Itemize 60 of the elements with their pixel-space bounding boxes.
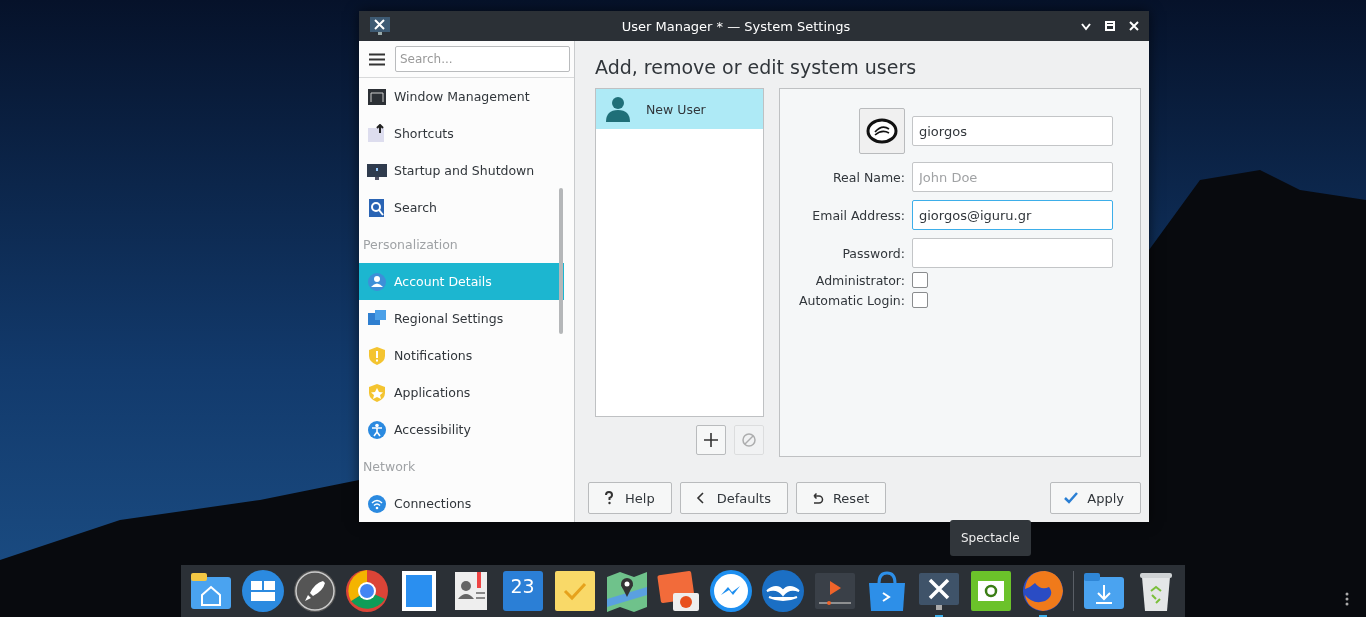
- reset-button[interactable]: Reset: [795, 482, 887, 514]
- prohibited-icon: [741, 432, 757, 448]
- window-title: User Manager * — System Settings: [620, 18, 852, 34]
- scrollbar[interactable]: [559, 188, 563, 334]
- tooltip: Spectacle: [950, 520, 1031, 556]
- section-header: Network: [362, 458, 417, 476]
- window-frame-icon: [367, 86, 387, 107]
- checklist-note-icon[interactable]: [552, 569, 597, 613]
- person-icon: [604, 95, 632, 123]
- camera-icon[interactable]: [968, 569, 1013, 613]
- lightning-chat-icon[interactable]: [708, 569, 753, 613]
- sidebar-item[interactable]: Notifications: [359, 337, 564, 374]
- section-header: Personalization: [362, 236, 459, 254]
- user-list-item[interactable]: New User: [596, 89, 763, 129]
- colored-ring-icon[interactable]: [344, 569, 389, 613]
- wifi-icon: [367, 493, 387, 514]
- photo-camera-icon[interactable]: [656, 569, 701, 613]
- defaults-button[interactable]: Defaults: [679, 482, 788, 514]
- field-label: Password:: [841, 245, 905, 261]
- close-icon[interactable]: [1129, 21, 1139, 31]
- add-user-button[interactable]: [696, 425, 726, 455]
- username-field[interactable]: giorgos: [912, 116, 1113, 146]
- sidebar-item[interactable]: Applications: [359, 374, 564, 411]
- sidebar-item[interactable]: Startup and Shutdown: [359, 152, 564, 189]
- accessibility-icon: [367, 419, 387, 440]
- sidebar-item[interactable]: Shortcuts: [359, 115, 564, 152]
- tiles-icon[interactable]: [240, 569, 285, 613]
- search-icon: [367, 197, 387, 218]
- help-button[interactable]: Help: [588, 482, 672, 514]
- checkbox[interactable]: [912, 292, 928, 308]
- calendar-icon[interactable]: [500, 569, 545, 613]
- field-label: Real Name:: [832, 169, 905, 185]
- map-icon[interactable]: [604, 569, 649, 613]
- checkbox[interactable]: [912, 272, 928, 288]
- minimize-icon[interactable]: [1081, 21, 1091, 31]
- input-field[interactable]: giorgos@iguru.gr: [912, 200, 1113, 230]
- input-field[interactable]: John Doe: [912, 162, 1113, 192]
- field-label: Email Address:: [811, 207, 905, 223]
- sidebar-item[interactable]: Connections: [359, 485, 564, 522]
- star-shield-icon: [367, 382, 387, 403]
- user-icon: [367, 271, 387, 292]
- checkbox-label: Administrator:: [814, 272, 905, 288]
- sidebar-item[interactable]: Window Management: [359, 78, 564, 115]
- apply-button[interactable]: Apply: [1050, 482, 1141, 514]
- checkbox-label: Automatic Login:: [798, 292, 905, 308]
- calendar-day: 23: [500, 575, 545, 597]
- input-field[interactable]: [912, 238, 1113, 268]
- more-options-icon[interactable]: [1345, 592, 1349, 606]
- menu-icon[interactable]: [369, 52, 385, 66]
- sidebar-item[interactable]: Regional Settings: [359, 300, 564, 337]
- sidebar-item[interactable]: Accessibility: [359, 411, 564, 448]
- page-heading: Add, remove or edit system users: [594, 55, 918, 80]
- sidebar-item[interactable]: Search: [359, 189, 564, 226]
- warning-shield-icon: [367, 345, 387, 366]
- avatar-button[interactable]: [859, 108, 905, 154]
- checkmark-icon: [1063, 490, 1080, 506]
- logo-badge-icon: [866, 117, 898, 145]
- plus-icon: [703, 432, 719, 448]
- search-field[interactable]: Search...: [395, 46, 570, 72]
- maximize-icon[interactable]: [1105, 21, 1115, 31]
